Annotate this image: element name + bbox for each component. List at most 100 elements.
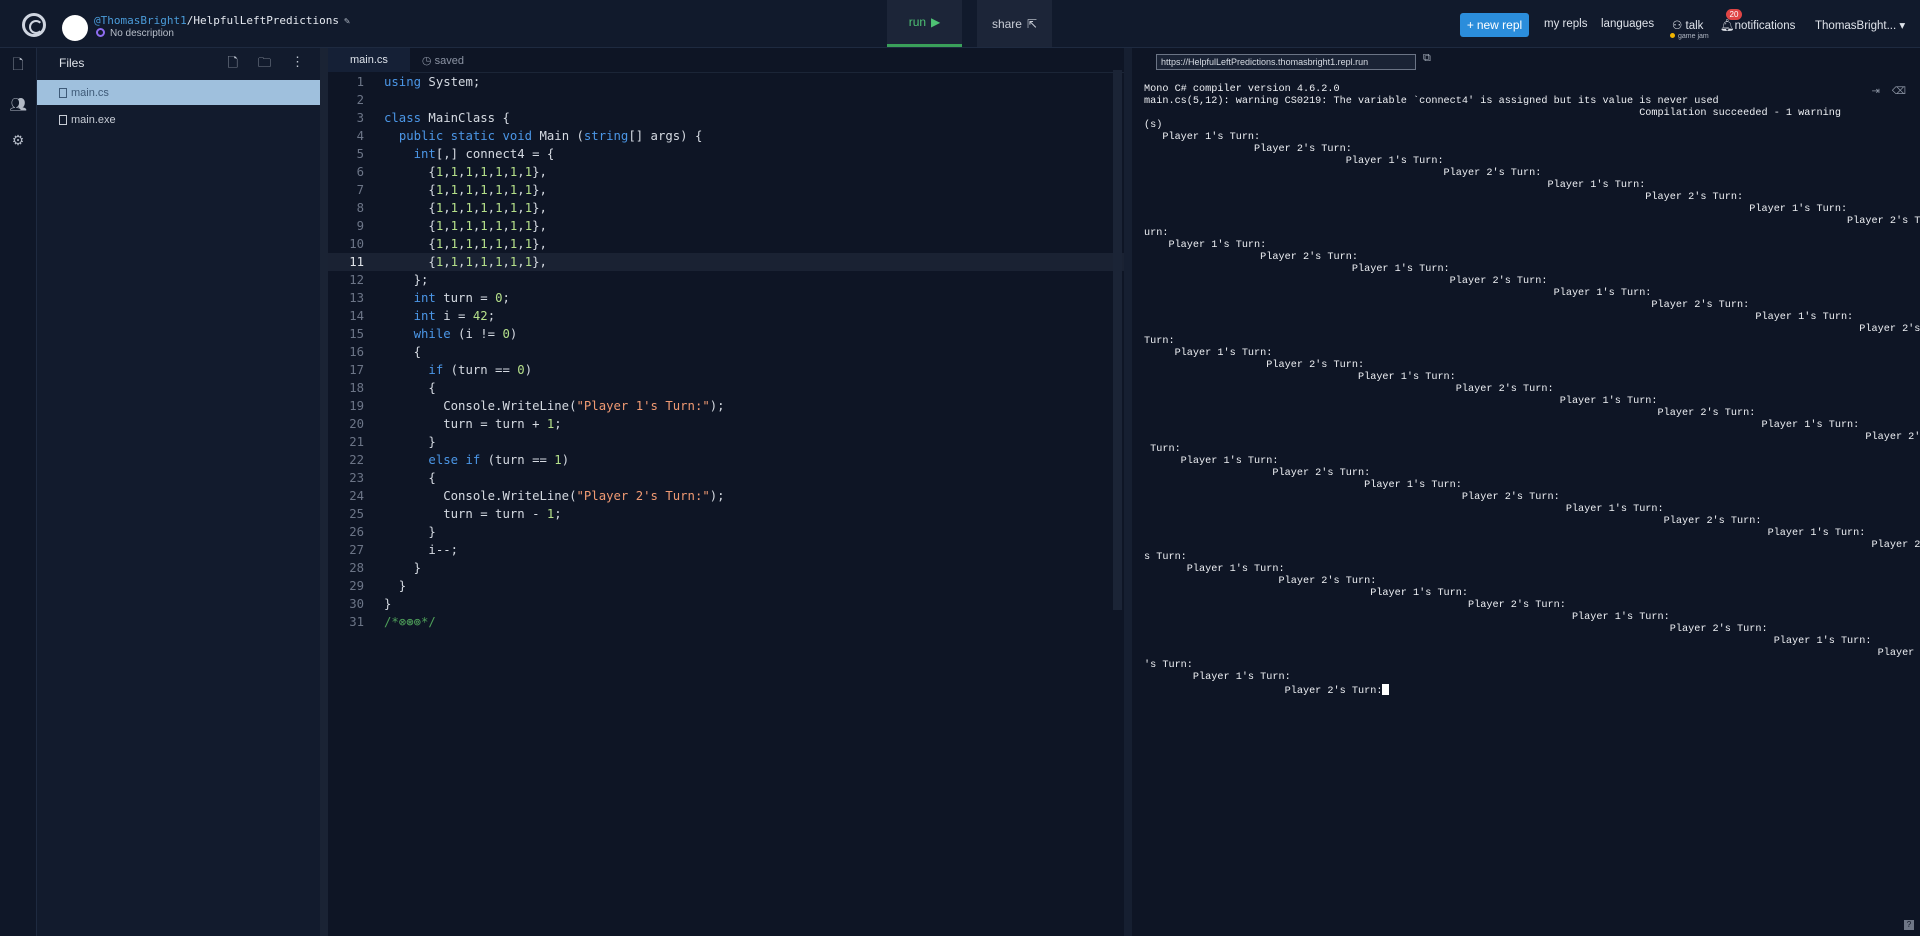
avatar[interactable] (62, 15, 88, 41)
code-token: ) (561, 453, 570, 467)
files-icon[interactable]: 🗋 (8, 56, 28, 76)
new-repl-label: new repl (1476, 18, 1523, 32)
share-button[interactable]: share ⇱ (977, 0, 1052, 47)
code-line[interactable]: 6 {1,1,1,1,1,1,1}, (328, 163, 1124, 181)
code-token: (turn == (480, 453, 555, 467)
code-line[interactable]: 22 else if (turn == 1) (328, 451, 1124, 469)
settings-gear-icon[interactable]: ⚙ (8, 130, 28, 150)
code-token: }; (384, 273, 429, 287)
file-item[interactable]: main.exe (37, 107, 320, 132)
code-line[interactable]: 27 i--; (328, 541, 1124, 559)
code-line[interactable]: 15 while (i != 0) (328, 325, 1124, 343)
new-repl-button[interactable]: + new repl (1460, 13, 1529, 37)
console-line: 's Turn: (1144, 660, 1193, 671)
code-token: { (384, 471, 436, 485)
repl-url-field[interactable]: https://HelpfulLeftPredictions.thomasbri… (1156, 54, 1416, 70)
code-line[interactable]: 16 { (328, 343, 1124, 361)
line-number: 20 (349, 417, 364, 431)
notification-count-badge: 20 (1726, 9, 1742, 20)
code-line[interactable]: 11 {1,1,1,1,1,1,1}, (328, 253, 1124, 271)
code-line[interactable]: 5 int[,] connect4 = { (328, 145, 1124, 163)
code-line[interactable]: 21 } (328, 433, 1124, 451)
repl-title[interactable]: @ThomasBright1/HelpfulLeftPredictions ✎ (94, 14, 350, 27)
console-panel: https://HelpfulLeftPredictions.thomasbri… (1132, 48, 1920, 936)
code-line[interactable]: 1 using System; (328, 73, 1124, 91)
my-repls-link[interactable]: my repls (1544, 18, 1587, 30)
code-line[interactable]: 14 int i = 42; (328, 307, 1124, 325)
code-token: ; (502, 291, 510, 305)
console-line: Player 2's Turn: (1144, 492, 1560, 503)
code-line[interactable]: 13 int turn = 0; (328, 289, 1124, 307)
add-folder-icon[interactable]: 🗀 (258, 54, 271, 76)
console-line: Turn: (1144, 444, 1181, 455)
code-line[interactable]: 8 {1,1,1,1,1,1,1}, (328, 199, 1124, 217)
code-line[interactable]: 7 {1,1,1,1,1,1,1}, (328, 181, 1124, 199)
talk-link[interactable]: ⚇ talk (1672, 18, 1703, 32)
code-line[interactable]: 29 } (328, 577, 1124, 595)
account-menu[interactable]: ThomasBright... ▾ (1815, 18, 1905, 32)
console-line: Player 1's Turn: (1144, 312, 1854, 323)
open-external-icon[interactable]: ⧉ (1423, 52, 1431, 65)
code-token: , (443, 255, 451, 269)
code-token: }, (532, 219, 547, 233)
panel-resize-handle[interactable] (320, 48, 328, 936)
replit-logo-icon[interactable] (22, 13, 46, 37)
code-line[interactable]: 23 { (328, 469, 1124, 487)
code-line[interactable]: 20 turn = turn + 1; (328, 415, 1124, 433)
console-output[interactable]: Mono C# compiler version 4.6.2.0 main.cs(… (1144, 84, 1920, 697)
code-line[interactable]: 24 Console.WriteLine("Player 2's Turn:")… (328, 487, 1124, 505)
code-line[interactable]: 4 public static void Main (string[] args… (328, 127, 1124, 145)
code-token: 1 (524, 201, 533, 215)
code-token: /*⊗⊛⊚*/ (384, 615, 436, 629)
code-token: , (517, 219, 525, 233)
code-line[interactable]: 26 } (328, 523, 1124, 541)
username[interactable]: @ThomasBright1 (94, 14, 187, 27)
code-token: public static void (398, 129, 533, 143)
languages-link[interactable]: languages (1601, 18, 1654, 30)
console-line: Player 1's Turn: (1144, 564, 1285, 575)
notifications-link[interactable]: 🔔︎notifications (1720, 18, 1795, 32)
code-line[interactable]: 3 class MainClass { (328, 109, 1124, 127)
account-name: ThomasBright... (1815, 20, 1897, 32)
code-line[interactable]: 28 } (328, 559, 1124, 577)
code-token: , (443, 201, 451, 215)
bell-icon: 🔔︎ (1720, 20, 1735, 32)
code-area[interactable]: 1 using System; 2 3 class MainClass {4 publi… (328, 73, 1124, 631)
file-name: main.exe (71, 113, 116, 126)
tab-main-cs[interactable]: main.cs (328, 47, 410, 73)
game-jam-label[interactable]: game jam (1670, 33, 1709, 40)
console-line: Player 1's Turn: (1144, 264, 1450, 275)
people-icon: ⚇ (1672, 20, 1683, 32)
code-line[interactable]: 2 (328, 91, 1124, 109)
repl-description[interactable]: No description (96, 28, 174, 39)
code-token: string (583, 129, 629, 143)
code-line[interactable]: 17 if (turn == 0) (328, 361, 1124, 379)
code-token: 1 (480, 183, 488, 197)
code-token: , (502, 165, 510, 179)
code-line[interactable]: 19 Console.WriteLine("Player 1's Turn:")… (328, 397, 1124, 415)
editor-scrollbar[interactable] (1113, 70, 1122, 610)
help-icon[interactable]: ? (1904, 920, 1914, 930)
code-line[interactable]: 9 {1,1,1,1,1,1,1}, (328, 217, 1124, 235)
code-line[interactable]: 10 {1,1,1,1,1,1,1}, (328, 235, 1124, 253)
code-token: , (502, 255, 510, 269)
console-resize-handle[interactable] (1124, 48, 1132, 936)
code-token: 1 (480, 237, 488, 251)
code-line[interactable]: 18 { (328, 379, 1124, 397)
more-options-icon[interactable]: ⋮ (291, 54, 304, 76)
add-file-icon[interactable]: 🗋 (228, 54, 238, 76)
code-line[interactable]: 31 /*⊗⊛⊚*/ (328, 613, 1124, 631)
console-line: Player 1's Turn: (1144, 612, 1670, 623)
code-token: , (487, 237, 496, 251)
code-line[interactable]: 12 }; (328, 271, 1124, 289)
code-line[interactable]: 30} (328, 595, 1124, 613)
code-token: } (384, 579, 407, 593)
multiplayer-icon[interactable]: 👥︎ (8, 94, 28, 114)
code-line[interactable]: 25 turn = turn - 1; (328, 505, 1124, 523)
pencil-icon[interactable]: ✎ (344, 16, 350, 27)
console-line: Player 2's T (1144, 216, 1920, 227)
file-item[interactable]: main.cs (37, 80, 320, 105)
code-token: 1 (524, 183, 533, 197)
run-button[interactable]: run ▶ (887, 0, 962, 47)
